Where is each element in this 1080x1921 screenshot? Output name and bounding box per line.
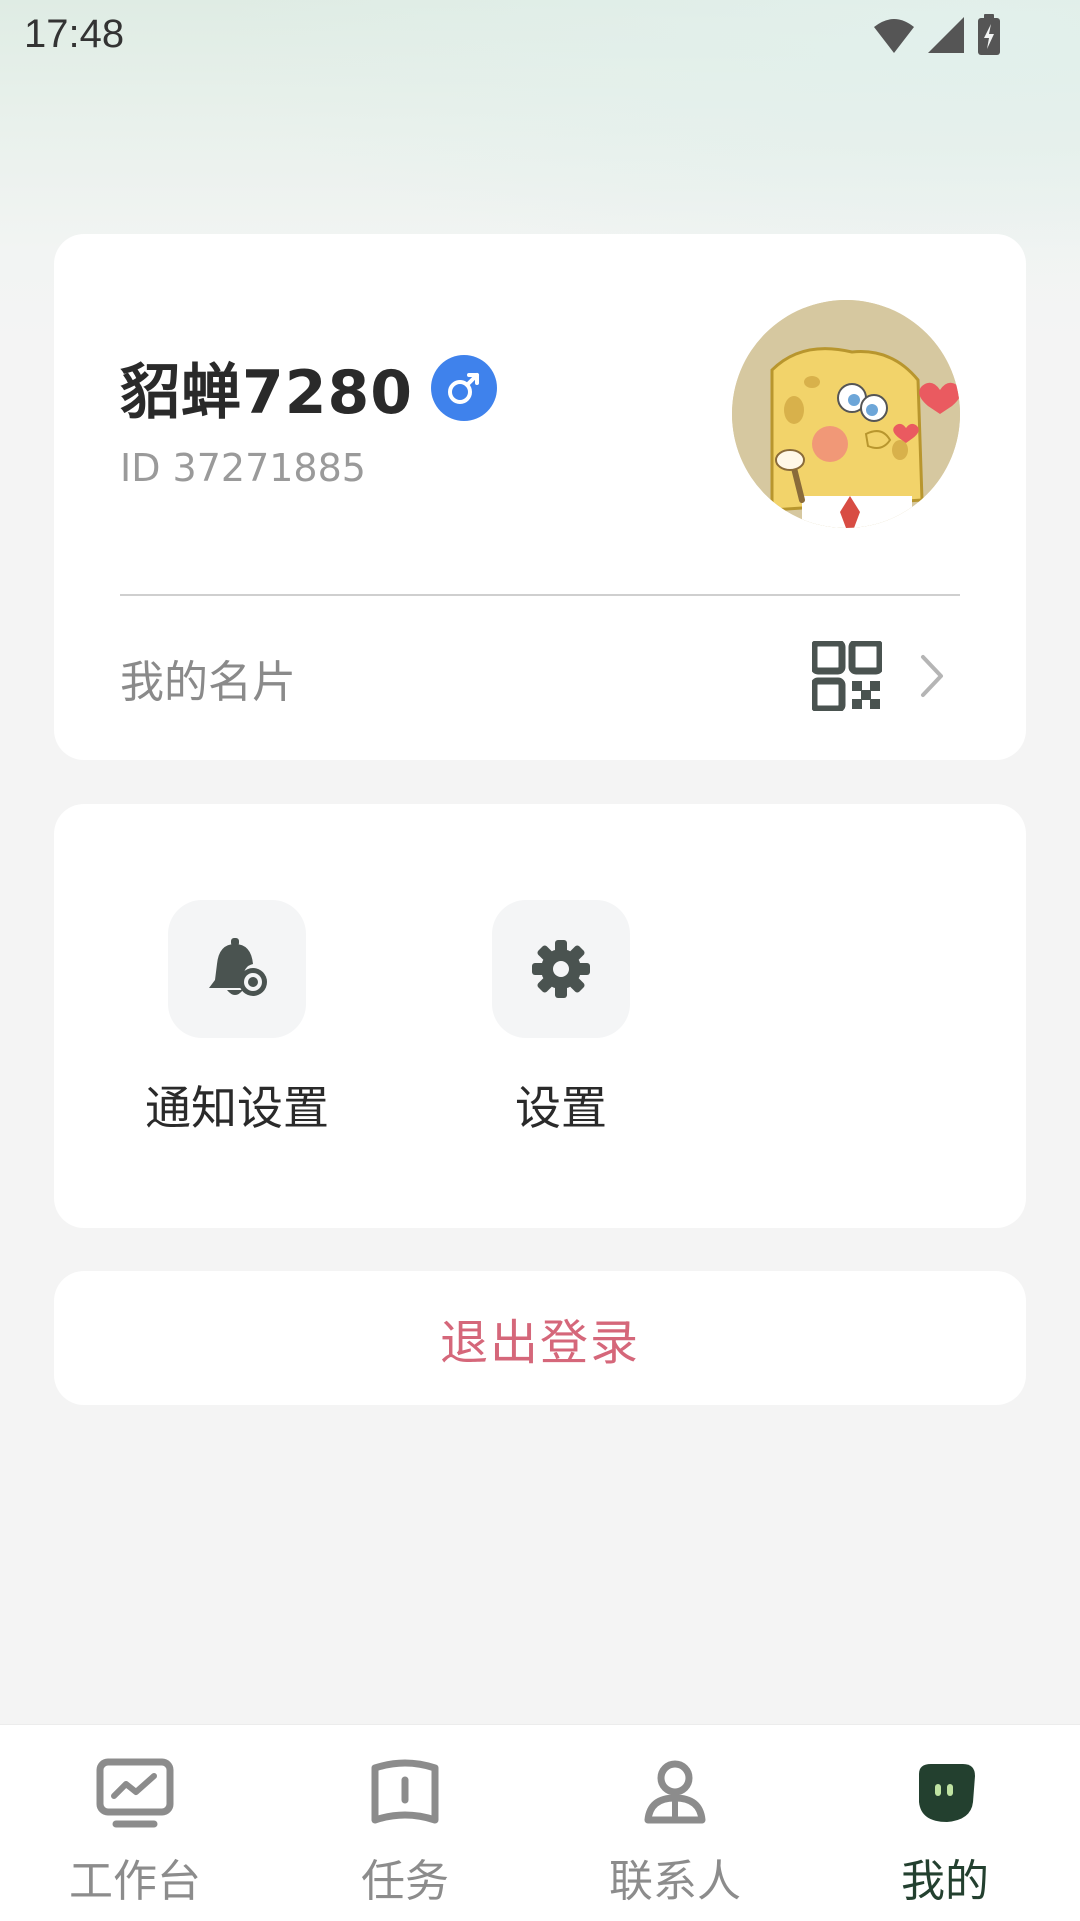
status-time: 17:48 <box>24 12 125 56</box>
logout-label: 退出登录 <box>439 1315 640 1371</box>
status-icons <box>872 14 1002 56</box>
settings-label: 设置 <box>515 1081 607 1135</box>
nav-label-tasks: 任务 <box>361 1856 449 1907</box>
notification-settings-icon-box <box>168 900 306 1038</box>
person-icon <box>642 1753 708 1833</box>
profile-name: 貂蝉7280 <box>120 358 413 428</box>
male-icon <box>431 354 497 421</box>
bottom-nav: 工作台 任务 联系人 我的 <box>0 1724 1080 1921</box>
nav-label-contacts: 联系人 <box>609 1856 741 1907</box>
qr-code-icon <box>810 639 884 715</box>
menu-card: 通知设置 设置 <box>54 804 1026 1228</box>
logout-button[interactable]: 退出登录 <box>54 1271 1026 1405</box>
my-card-label: 我的名片 <box>120 657 296 708</box>
chat-face-icon <box>913 1753 977 1833</box>
notification-settings-label: 通知设置 <box>145 1081 329 1135</box>
my-card-row[interactable]: 我的名片 <box>120 596 960 760</box>
nav-item-mine[interactable]: 我的 <box>810 1725 1080 1921</box>
nav-item-workbench[interactable]: 工作台 <box>0 1725 270 1921</box>
notification-settings-button[interactable]: 通知设置 <box>137 900 337 1138</box>
profile-id: ID 37271885 <box>120 446 366 490</box>
signal-icon <box>928 17 964 53</box>
bell-gear-icon <box>209 938 267 996</box>
nav-item-contacts[interactable]: 联系人 <box>540 1725 810 1921</box>
settings-icon-box <box>492 900 630 1038</box>
avatar[interactable] <box>732 300 960 528</box>
battery-icon <box>978 14 1000 55</box>
monitor-chart-icon <box>96 1753 174 1833</box>
nav-label-mine: 我的 <box>901 1856 989 1907</box>
gear-icon <box>532 940 590 998</box>
status-bar: 17:48 <box>0 0 1080 70</box>
profile-card: 貂蝉7280 ID 37271885 我的名片 <box>54 234 1026 760</box>
chevron-right-icon <box>918 653 946 703</box>
wifi-icon <box>874 19 914 53</box>
nav-label-workbench: 工作台 <box>69 1856 201 1907</box>
book-icon <box>369 1753 441 1833</box>
settings-button[interactable]: 设置 <box>461 900 661 1138</box>
profile-name-row: 貂蝉7280 <box>120 344 497 431</box>
nav-item-tasks[interactable]: 任务 <box>270 1725 540 1921</box>
